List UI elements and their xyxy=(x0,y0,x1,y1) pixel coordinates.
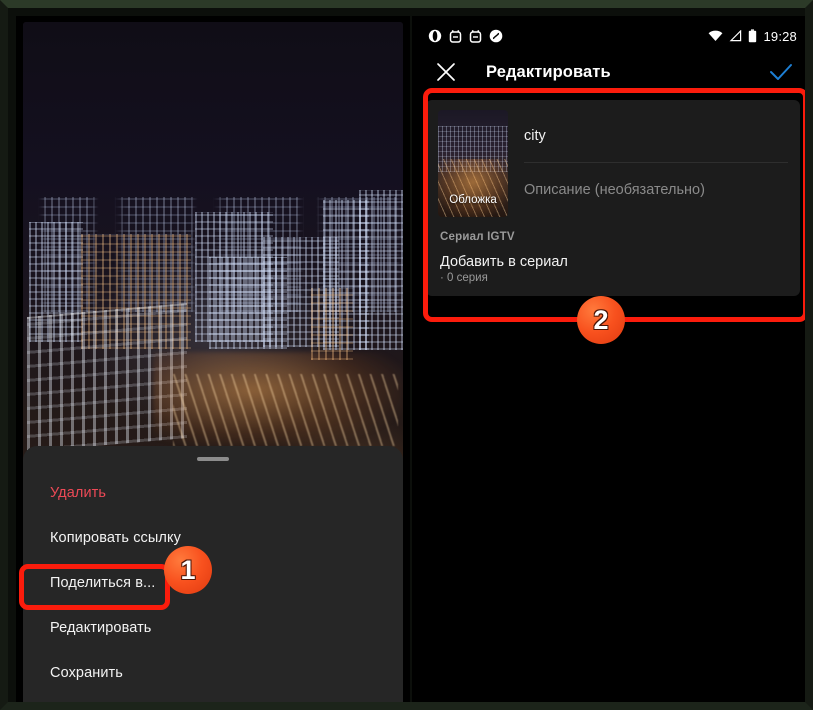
menu-item-copy-link[interactable]: Копировать ссылку xyxy=(23,515,403,560)
page-title: Редактировать xyxy=(486,62,611,81)
building xyxy=(359,190,403,350)
cover-label: Обложка xyxy=(449,194,497,206)
left-phone-screen: Удалить Копировать ссылку Поделиться в..… xyxy=(23,22,403,702)
title-input[interactable]: city xyxy=(524,110,788,163)
cover-thumbnail[interactable]: Обложка xyxy=(438,110,508,217)
edit-details-card: Обложка city Описание (необязательно) Се… xyxy=(426,100,800,296)
status-bar: 19:28 xyxy=(417,22,805,50)
check-icon[interactable] xyxy=(768,61,794,83)
menu-item-share[interactable]: Поделиться в... xyxy=(23,560,403,605)
series-episode-count: · 0 серия xyxy=(440,272,488,284)
description-input-placeholder: Описание (необязательно) xyxy=(524,181,705,198)
edit-header: Редактировать xyxy=(417,50,805,94)
menu-item-label: Копировать ссылку xyxy=(50,529,181,546)
opera-icon xyxy=(428,29,442,43)
options-menu: Удалить Копировать ссылку Поделиться в..… xyxy=(23,446,403,702)
building xyxy=(311,288,353,360)
title-input-value: city xyxy=(524,128,546,144)
battery-icon xyxy=(749,29,757,43)
cover-and-fields-row: Обложка city Описание (необязательно) xyxy=(426,110,800,217)
car-light-trails xyxy=(173,374,398,446)
options-bottom-sheet: Удалить Копировать ссылку Поделиться в..… xyxy=(23,446,403,702)
step-badge-1: 1 xyxy=(164,546,212,594)
right-phone-panel: 19:28 Редактировать Обложка city Описани… xyxy=(412,16,805,702)
shazam-icon xyxy=(489,29,503,43)
status-bar-time: 19:28 xyxy=(763,28,797,44)
thumbnail-street-lights xyxy=(438,159,508,217)
text-fields: city Описание (необязательно) xyxy=(524,110,788,217)
description-input[interactable]: Описание (необязательно) xyxy=(524,163,788,216)
menu-item-statistics[interactable]: Статистика xyxy=(23,695,403,702)
menu-item-label: Удалить xyxy=(50,484,107,501)
signal-icon xyxy=(730,30,742,42)
menu-item-label: Редактировать xyxy=(50,619,152,636)
menu-item-delete[interactable]: Удалить xyxy=(23,470,403,515)
alarm-icon xyxy=(449,30,462,43)
wifi-icon xyxy=(709,30,723,41)
menu-item-edit[interactable]: Редактировать xyxy=(23,605,403,650)
screenshot-root: Удалить Копировать ссылку Поделиться в..… xyxy=(0,0,813,710)
step-badge-2: 2 xyxy=(577,296,625,344)
right-phone-screen: 19:28 Редактировать Обложка city Описани… xyxy=(417,22,805,702)
series-section-label: Сериал IGTV xyxy=(440,231,515,243)
status-bar-notification-icons xyxy=(428,29,503,43)
menu-item-save[interactable]: Сохранить xyxy=(23,650,403,695)
alarm-icon xyxy=(469,30,482,43)
close-icon[interactable] xyxy=(435,61,457,83)
menu-item-label: Сохранить xyxy=(50,664,123,681)
left-phone-panel: Удалить Копировать ссылку Поделиться в..… xyxy=(16,16,410,702)
drag-handle[interactable] xyxy=(197,457,229,461)
add-to-series-button[interactable]: Добавить в сериал xyxy=(440,254,800,270)
status-bar-system-icons: 19:28 xyxy=(708,29,797,44)
menu-item-label: Поделиться в... xyxy=(50,574,156,591)
